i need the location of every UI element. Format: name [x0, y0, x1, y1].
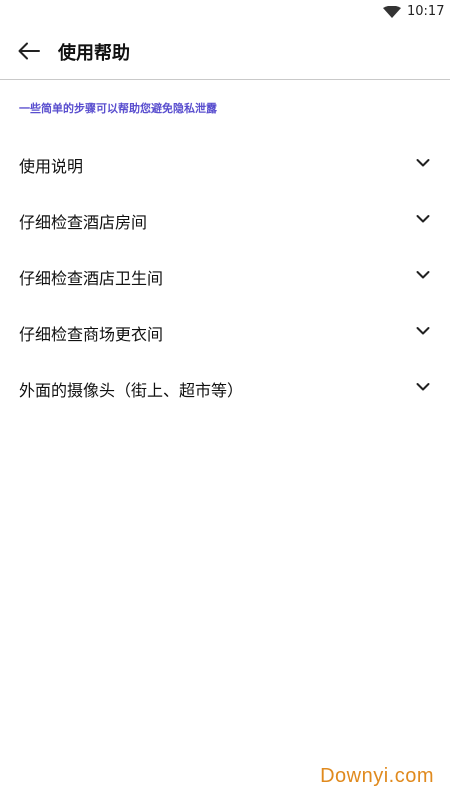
faq-item-outdoor-cameras[interactable]: 外面的摄像头（街上、超市等）	[0, 360, 450, 416]
faq-item-label: 仔细检查商场更衣间	[19, 325, 164, 344]
help-subtitle: 一些简单的步骤可以帮助您避免隐私泄露	[19, 102, 217, 115]
page-title: 使用帮助	[58, 43, 130, 64]
faq-item-label: 外面的摄像头（街上、超市等）	[19, 381, 244, 400]
faq-item-label: 仔细检查酒店卫生间	[19, 269, 164, 288]
status-time: 10:17	[407, 4, 445, 19]
faq-item-hotel-bathroom[interactable]: 仔细检查酒店卫生间	[0, 248, 450, 304]
faq-item-label: 仔细检查酒店房间	[19, 213, 148, 232]
faq-list: 使用说明 仔细检查酒店房间 仔细检查酒店卫生间 仔细检查商场更衣间 外面的摄像头…	[0, 136, 450, 416]
arrow-left-icon	[18, 42, 40, 60]
faq-item-usage[interactable]: 使用说明	[0, 136, 450, 192]
screen: 10:17 使用帮助 一些简单的步骤可以帮助您避免隐私泄露 使用说明 仔细检查酒…	[0, 0, 450, 800]
chevron-down-icon	[416, 159, 430, 167]
app-bar: 使用帮助	[0, 24, 450, 80]
status-bar: 10:17	[0, 0, 450, 24]
back-button[interactable]	[10, 32, 48, 70]
faq-item-hotel-room[interactable]: 仔细检查酒店房间	[0, 192, 450, 248]
wifi-icon	[383, 6, 401, 18]
chevron-down-icon	[416, 271, 430, 279]
chevron-down-icon	[416, 215, 430, 223]
chevron-down-icon	[416, 383, 430, 391]
watermark: Downyi.com	[320, 765, 434, 787]
chevron-down-icon	[416, 327, 430, 335]
faq-item-label: 使用说明	[19, 157, 84, 176]
faq-item-mall-fitting-room[interactable]: 仔细检查商场更衣间	[0, 304, 450, 360]
